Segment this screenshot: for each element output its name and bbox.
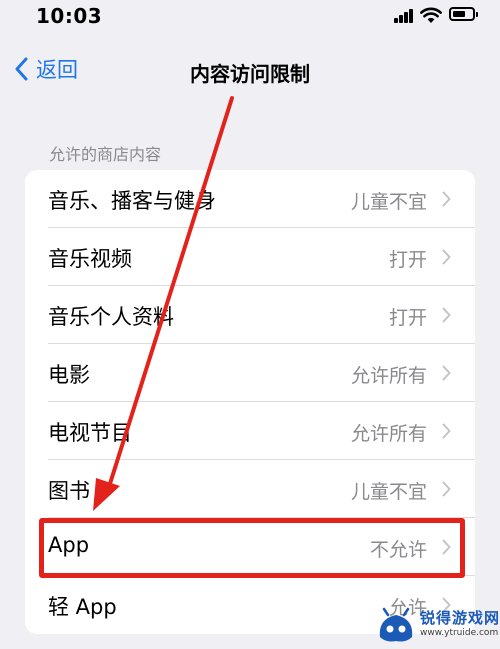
cellular-signal-icon — [394, 9, 414, 23]
battery-icon — [449, 7, 478, 21]
row-label: 音乐、播客与健身 — [48, 189, 216, 213]
row-label: 电影 — [48, 363, 90, 387]
row-books[interactable]: 图书 儿童不宜 — [25, 460, 475, 518]
row-movies[interactable]: 电影 允许所有 — [25, 344, 475, 402]
chevron-right-icon — [442, 191, 451, 207]
row-value: 打开 — [388, 307, 427, 329]
wifi-icon — [420, 7, 442, 23]
page-title: 内容访问限制 — [190, 62, 310, 86]
watermark: 锐得游戏网 www.ytruide.com — [376, 605, 500, 649]
section-header: 允许的商店内容 — [49, 145, 162, 164]
row-tv-shows[interactable]: 电视节目 允许所有 — [25, 402, 475, 460]
row-value: 允许所有 — [350, 423, 427, 445]
row-music-profiles[interactable]: 音乐个人资料 打开 — [25, 286, 475, 344]
watermark-url: www.ytruide.com — [420, 628, 499, 638]
navigation-bar: 返回 内容访问限制 — [0, 48, 500, 92]
status-bar: 10:03 — [0, 0, 500, 36]
row-value: 允许所有 — [350, 365, 427, 387]
row-music-videos[interactable]: 音乐视频 打开 — [25, 228, 475, 286]
chevron-right-icon — [442, 365, 451, 381]
row-label: 电视节目 — [48, 421, 132, 445]
chevron-right-icon — [442, 423, 451, 439]
watermark-logo-icon — [379, 607, 413, 642]
row-label: 音乐视频 — [48, 247, 132, 271]
highlight-box — [39, 518, 465, 578]
chevron-right-icon — [442, 481, 451, 497]
row-value: 打开 — [388, 249, 427, 271]
chevron-right-icon — [442, 307, 451, 323]
chevron-right-icon — [442, 249, 451, 265]
row-label: 音乐个人资料 — [48, 305, 174, 329]
row-value: 儿童不宜 — [350, 191, 427, 213]
row-label: 轻 App — [48, 595, 117, 619]
status-time: 10:03 — [36, 4, 103, 28]
row-label: 图书 — [48, 479, 90, 503]
watermark-text: 锐得游戏网 — [420, 609, 500, 627]
row-value: 儿童不宜 — [350, 481, 427, 503]
row-music-podcasts-fitness[interactable]: 音乐、播客与健身 儿童不宜 — [25, 170, 475, 228]
